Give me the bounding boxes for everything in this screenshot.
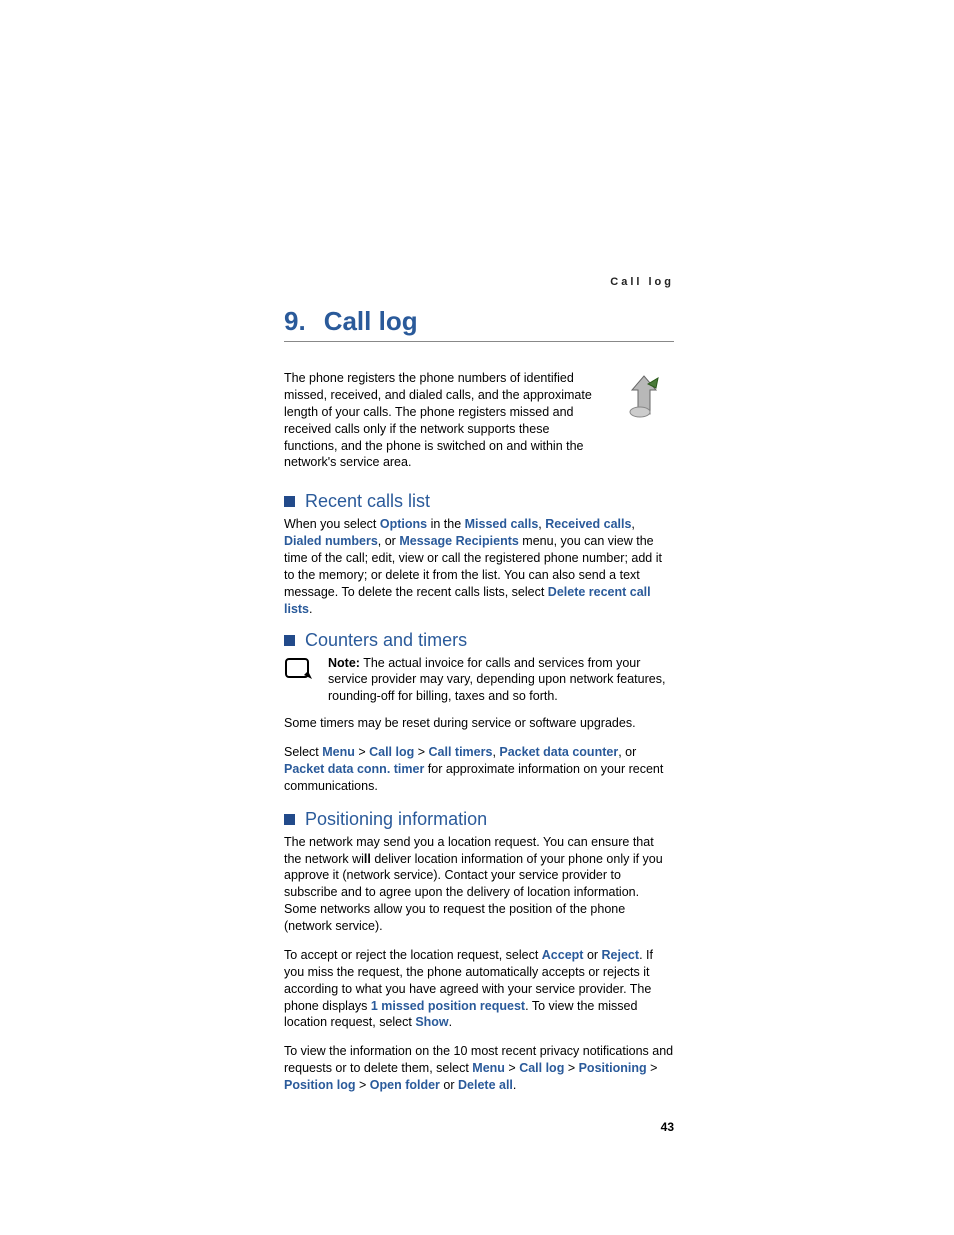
section-heading-recent: Recent calls list (284, 491, 674, 512)
term-position-log: Position log (284, 1078, 356, 1092)
note-block: Note: The actual invoice for calls and s… (284, 655, 674, 706)
counters-paragraph-1: Some timers may be reset during service … (284, 715, 674, 732)
term-1-missed-position-request: 1 missed position request (371, 999, 525, 1013)
text: > (414, 745, 428, 759)
text: . (513, 1078, 516, 1092)
text: , (631, 517, 634, 531)
text: > (564, 1061, 578, 1075)
bullet-square-icon (284, 496, 295, 507)
note-label: Note: (328, 656, 360, 670)
term-show: Show (415, 1015, 448, 1029)
term-positioning: Positioning (579, 1061, 647, 1075)
text: To accept or reject the location request… (284, 948, 542, 962)
text: , or (378, 534, 400, 548)
positioning-paragraph-2: To accept or reject the location request… (284, 947, 674, 1031)
term-call-log: Call log (369, 745, 414, 759)
term-open-folder: Open folder (370, 1078, 440, 1092)
section-title: Recent calls list (305, 491, 430, 512)
term-packet-data-counter: Packet data counter (499, 745, 618, 759)
page-number: 43 (284, 1120, 674, 1134)
chapter-title: Call log (324, 306, 418, 337)
running-head: Call log (284, 276, 674, 288)
text: When you select (284, 517, 380, 531)
text: in the (427, 517, 465, 531)
counters-paragraph-2: Select Menu > Call log > Call timers, Pa… (284, 744, 674, 795)
term-missed-calls: Missed calls (465, 517, 539, 531)
call-log-icon (618, 370, 674, 426)
chapter-heading: 9. Call log (284, 306, 674, 342)
term-message-recipients: Message Recipients (399, 534, 519, 548)
text: > (647, 1061, 658, 1075)
note-body: The actual invoice for calls and service… (328, 656, 665, 704)
section-title: Positioning information (305, 809, 487, 830)
note-text: Note: The actual invoice for calls and s… (328, 655, 674, 706)
chapter-number: 9. (284, 306, 306, 337)
bullet-square-icon (284, 635, 295, 646)
recent-paragraph: When you select Options in the Missed ca… (284, 516, 674, 617)
term-menu: Menu (472, 1061, 505, 1075)
section-heading-positioning: Positioning information (284, 809, 674, 830)
term-delete-all: Delete all (458, 1078, 513, 1092)
term-packet-data-conn-timer: Packet data conn. timer (284, 762, 424, 776)
text: , or (618, 745, 636, 759)
text: Select (284, 745, 322, 759)
positioning-paragraph-1: The network may send you a location requ… (284, 834, 674, 935)
bullet-square-icon (284, 814, 295, 825)
text: . (309, 602, 312, 616)
text: > (355, 745, 369, 759)
term-options: Options (380, 517, 427, 531)
text: > (356, 1078, 370, 1092)
section-title: Counters and timers (305, 630, 467, 651)
text: or (583, 948, 601, 962)
bold-ll: ll (364, 852, 371, 866)
note-icon (284, 655, 314, 686)
term-menu: Menu (322, 745, 355, 759)
text: > (505, 1061, 519, 1075)
term-dialed-numbers: Dialed numbers (284, 534, 378, 548)
term-call-timers: Call timers (429, 745, 493, 759)
text: . (449, 1015, 452, 1029)
section-heading-counters: Counters and timers (284, 630, 674, 651)
intro-paragraph: The phone registers the phone numbers of… (284, 370, 602, 471)
positioning-paragraph-3: To view the information on the 10 most r… (284, 1043, 674, 1094)
term-accept: Accept (542, 948, 584, 962)
term-received-calls: Received calls (545, 517, 631, 531)
term-reject: Reject (602, 948, 640, 962)
text: or (440, 1078, 458, 1092)
document-page: Call log 9. Call log The phone registers… (284, 276, 674, 1134)
term-call-log: Call log (519, 1061, 564, 1075)
intro-block: The phone registers the phone numbers of… (284, 370, 674, 471)
